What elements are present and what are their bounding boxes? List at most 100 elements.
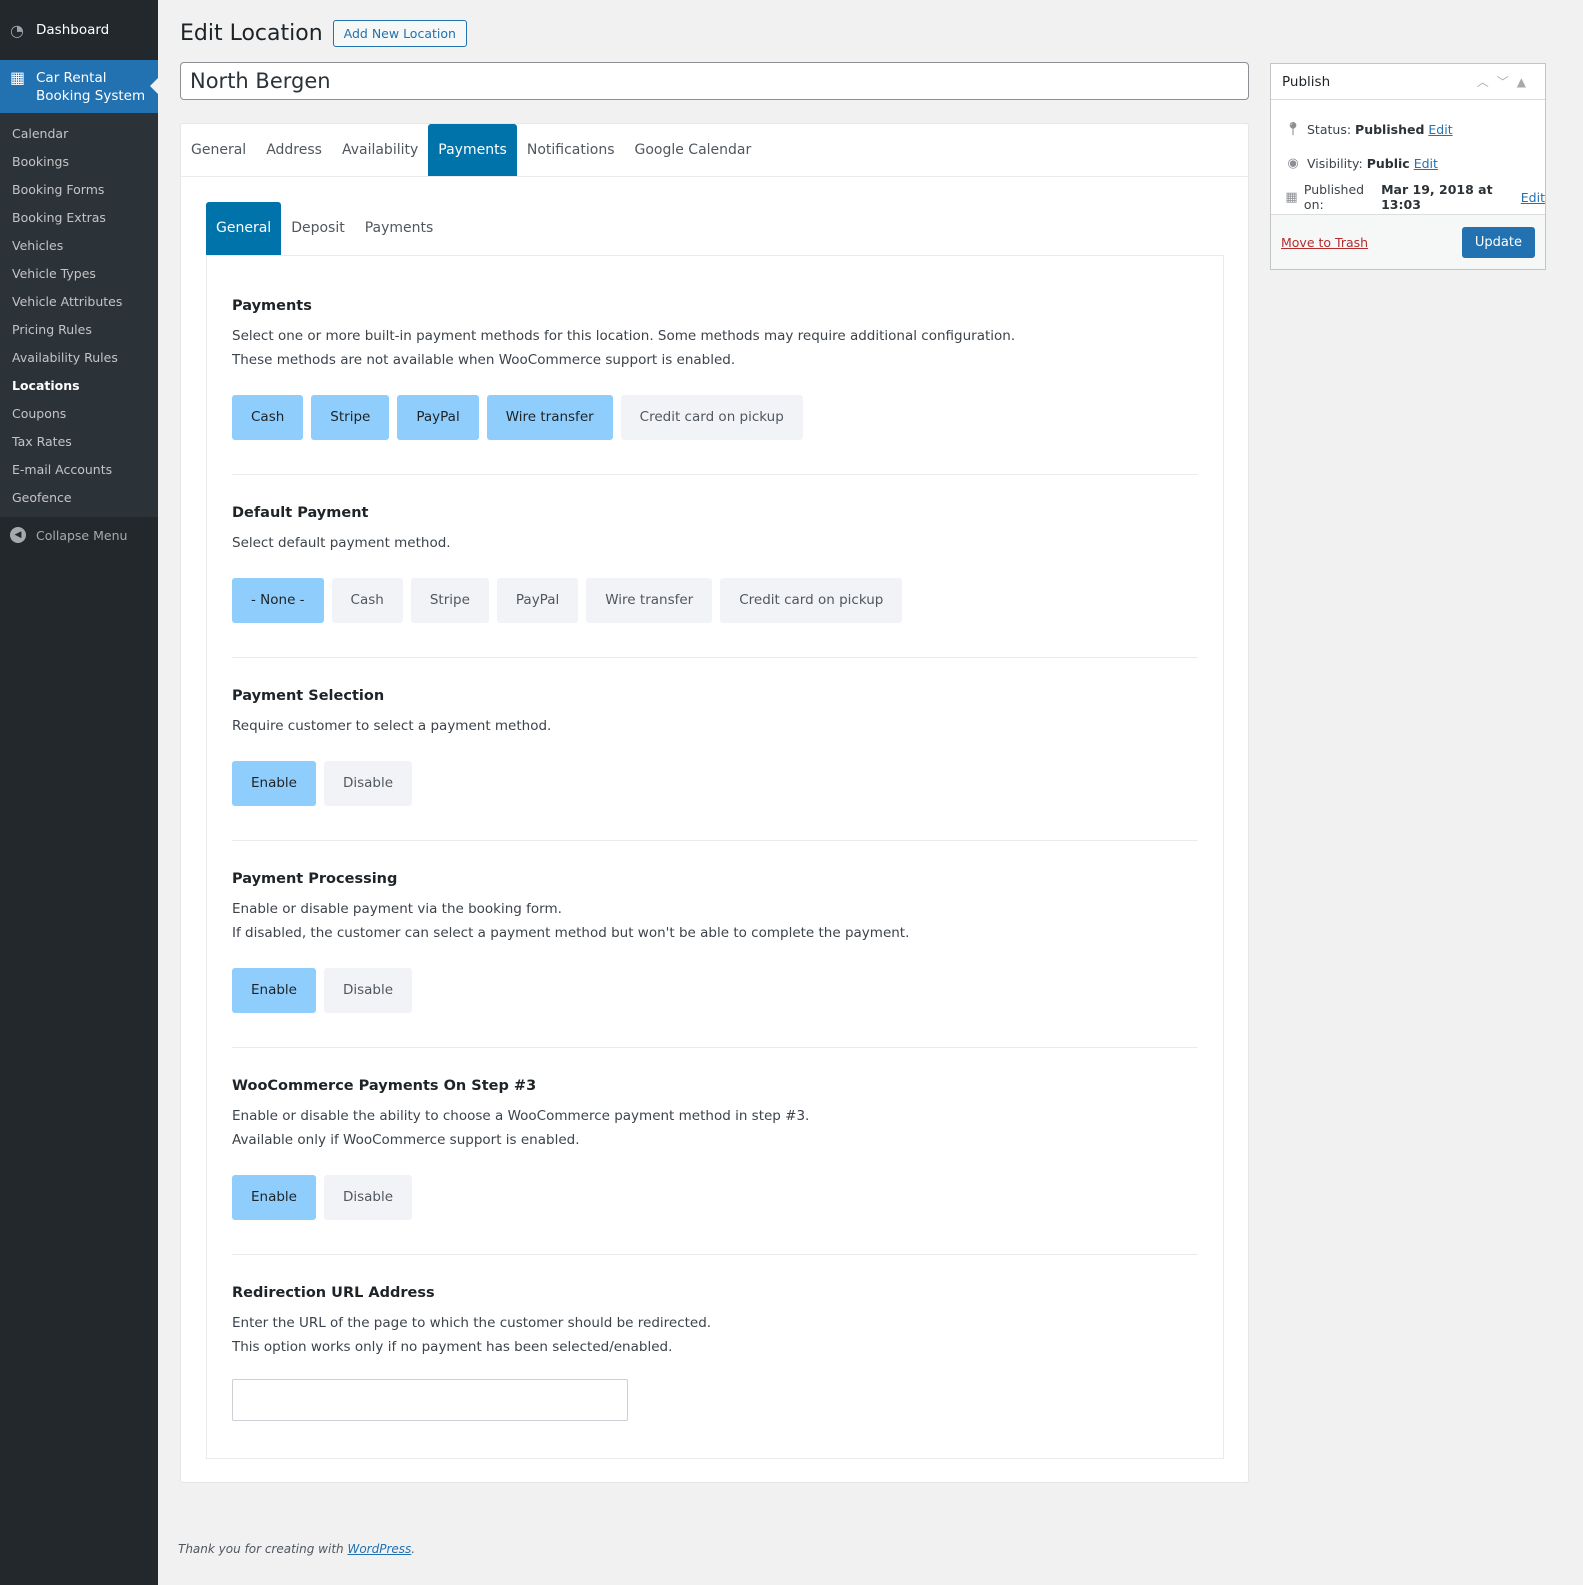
move-down-icon[interactable]: ﹀ (1497, 75, 1517, 89)
option-buttons: Enable Disable (232, 761, 1198, 806)
section-title: Default Payment (232, 505, 369, 521)
section-desc: Enable or disable payment via the bookin… (232, 901, 562, 917)
edit-date-link[interactable]: Edit (1521, 190, 1545, 205)
admin-sidebar: ◔ Dashboard ▦ Car Rental Booking System Ca… (0, 0, 158, 1585)
subtab-general[interactable]: General (206, 202, 282, 255)
move-up-icon[interactable]: ︿ (1477, 75, 1497, 89)
tab-payments[interactable]: Payments (428, 124, 517, 176)
redirection-url-input[interactable] (232, 1379, 628, 1421)
option-button[interactable]: Stripe (410, 578, 489, 623)
sidebar-item-vehicle-types[interactable]: Vehicle Types (0, 260, 158, 288)
section-woocommerce: WooCommerce Payments On Step #3 Enable o… (232, 1076, 1198, 1255)
section-desc: Enable or disable the ability to choose … (232, 1108, 810, 1124)
dashboard-icon: ◔ (10, 20, 24, 40)
option-button[interactable]: Disable (323, 761, 413, 806)
update-button[interactable]: Update (1461, 226, 1535, 258)
option-button[interactable]: Wire transfer (586, 578, 713, 623)
section-title: Redirection URL Address (232, 1285, 435, 1301)
option-button[interactable]: Enable (232, 761, 316, 806)
section-title: Payments (232, 298, 312, 314)
wordpress-link[interactable]: WordPress (347, 1542, 411, 1556)
move-to-trash-link[interactable]: Move to Trash (1281, 235, 1368, 250)
sub-tabs: General Deposit Payments (206, 202, 1248, 255)
collapse-menu-button[interactable]: ◀ Collapse Menu (0, 517, 158, 553)
section-title: Payment Selection (232, 688, 385, 704)
tab-address[interactable]: Address (256, 124, 332, 176)
option-buttons: Enable Disable (232, 968, 1198, 1013)
option-button[interactable]: Wire transfer (486, 395, 613, 440)
option-button[interactable]: Enable (232, 968, 316, 1013)
page-title: Edit Location (180, 21, 323, 46)
sidebar-item-vehicle-attributes[interactable]: Vehicle Attributes (0, 288, 158, 316)
section-desc: Enter the URL of the page to which the c… (232, 1315, 712, 1331)
option-button[interactable]: - None - (232, 578, 324, 623)
sidebar-item-calendar[interactable]: Calendar (0, 120, 158, 148)
location-name-input[interactable]: North Bergen (180, 62, 1249, 100)
section-default-payment: Default Payment Select default payment m… (232, 503, 1198, 658)
main-tabs: General Address Availability Payments Notifi… (181, 124, 1248, 177)
publish-title: Publish (1282, 73, 1331, 90)
section-redirection: Redirection URL Address Enter the URL of… (232, 1283, 1198, 1455)
sidebar-item-vehicles[interactable]: Vehicles (0, 232, 158, 260)
option-button[interactable]: Stripe (311, 395, 390, 440)
sidebar-item-coupons[interactable]: Coupons (0, 400, 158, 428)
subtab-deposit[interactable]: Deposit (281, 202, 355, 255)
option-button[interactable]: PayPal (496, 578, 579, 623)
payments-panel: Payments Select one or more built-in pay… (206, 255, 1224, 1459)
publish-box: Publish ︿﹀▲ 📍︎ Status: Published Edit ◉ Visib… (1270, 63, 1546, 270)
option-buttons: Enable Disable (232, 1175, 1198, 1220)
sidebar-item-dashboard[interactable]: ◔ Dashboard (0, 0, 158, 60)
option-button[interactable]: Disable (323, 968, 413, 1013)
pin-icon: 📍︎ (1284, 121, 1302, 137)
collapse-icon: ◀ (10, 527, 26, 543)
tab-notifications[interactable]: Notifications (517, 124, 625, 176)
sidebar-item-e-mail-accounts[interactable]: E-mail Accounts (0, 456, 158, 484)
section-desc: If disabled, the customer can select a p… (232, 925, 910, 941)
sidebar-item-booking-forms[interactable]: Booking Forms (0, 176, 158, 204)
option-buttons: Cash Stripe PayPal Wire transfer Credit card… (232, 395, 1198, 440)
sidebar-item-availability-rules[interactable]: Availability Rules (0, 344, 158, 372)
toggle-icon[interactable]: ▲ (1517, 75, 1534, 89)
section-payments: Payments Select one or more built-in pay… (232, 296, 1198, 475)
sidebar-item-pricing-rules[interactable]: Pricing Rules (0, 316, 158, 344)
section-payment-selection: Payment Selection Require customer to se… (232, 686, 1198, 841)
sidebar-item-geofence[interactable]: Geofence (0, 484, 158, 512)
edit-status-link[interactable]: Edit (1428, 122, 1452, 137)
edit-visibility-link[interactable]: Edit (1414, 156, 1438, 171)
sidebar-item-locations[interactable]: Locations (0, 372, 158, 400)
sidebar-item-booking-extras[interactable]: Booking Extras (0, 204, 158, 232)
sidebar-submenu: Calendar Bookings Booking Forms Booking Ext… (0, 113, 158, 517)
status-value: Published (1355, 121, 1425, 137)
section-desc: Select one or more built-in payment meth… (232, 328, 1016, 344)
option-button[interactable]: Credit card on pickup (720, 578, 903, 623)
page-header: Edit Location Add New Location (180, 20, 467, 47)
subtab-payments[interactable]: Payments (355, 202, 444, 255)
section-desc: Select default payment method. (232, 535, 451, 551)
tab-availability[interactable]: Availability (332, 124, 428, 176)
published-date: Mar 19, 2018 at 13:03 (1381, 182, 1493, 212)
section-payment-processing: Payment Processing Enable or disable pay… (232, 869, 1198, 1048)
sidebar-item-car-rental[interactable]: ▦ Car Rental Booking System (0, 60, 158, 113)
section-desc: Available only if WooCommerce support is… (232, 1132, 580, 1148)
section-title: WooCommerce Payments On Step #3 (232, 1078, 537, 1094)
option-button[interactable]: Cash (331, 578, 403, 623)
visibility-value: Public (1366, 155, 1410, 171)
option-button[interactable]: PayPal (397, 395, 479, 440)
tab-general[interactable]: General (181, 124, 256, 176)
option-button[interactable]: Disable (323, 1175, 413, 1220)
tab-google-calendar[interactable]: Google Calendar (624, 124, 761, 176)
option-button[interactable]: Enable (232, 1175, 316, 1220)
option-button[interactable]: Cash (232, 395, 304, 440)
section-desc: These methods are not available when Woo… (232, 352, 736, 368)
section-title: Payment Processing (232, 871, 398, 887)
location-settings-box: General Address Availability Payments Notifi… (180, 123, 1249, 1483)
sidebar-item-bookings[interactable]: Bookings (0, 148, 158, 176)
add-new-location-button[interactable]: Add New Location (332, 20, 467, 47)
calendar-icon: ▦ (10, 68, 26, 87)
eye-icon: ◉ (1287, 155, 1299, 171)
section-desc: This option works only if no payment has… (232, 1339, 673, 1355)
sidebar-item-tax-rates[interactable]: Tax Rates (0, 428, 158, 456)
calendar-icon: ▦ (1285, 189, 1298, 205)
option-button[interactable]: Credit card on pickup (620, 395, 803, 440)
footer: Thank you for creating with WordPress. (178, 1542, 416, 1556)
